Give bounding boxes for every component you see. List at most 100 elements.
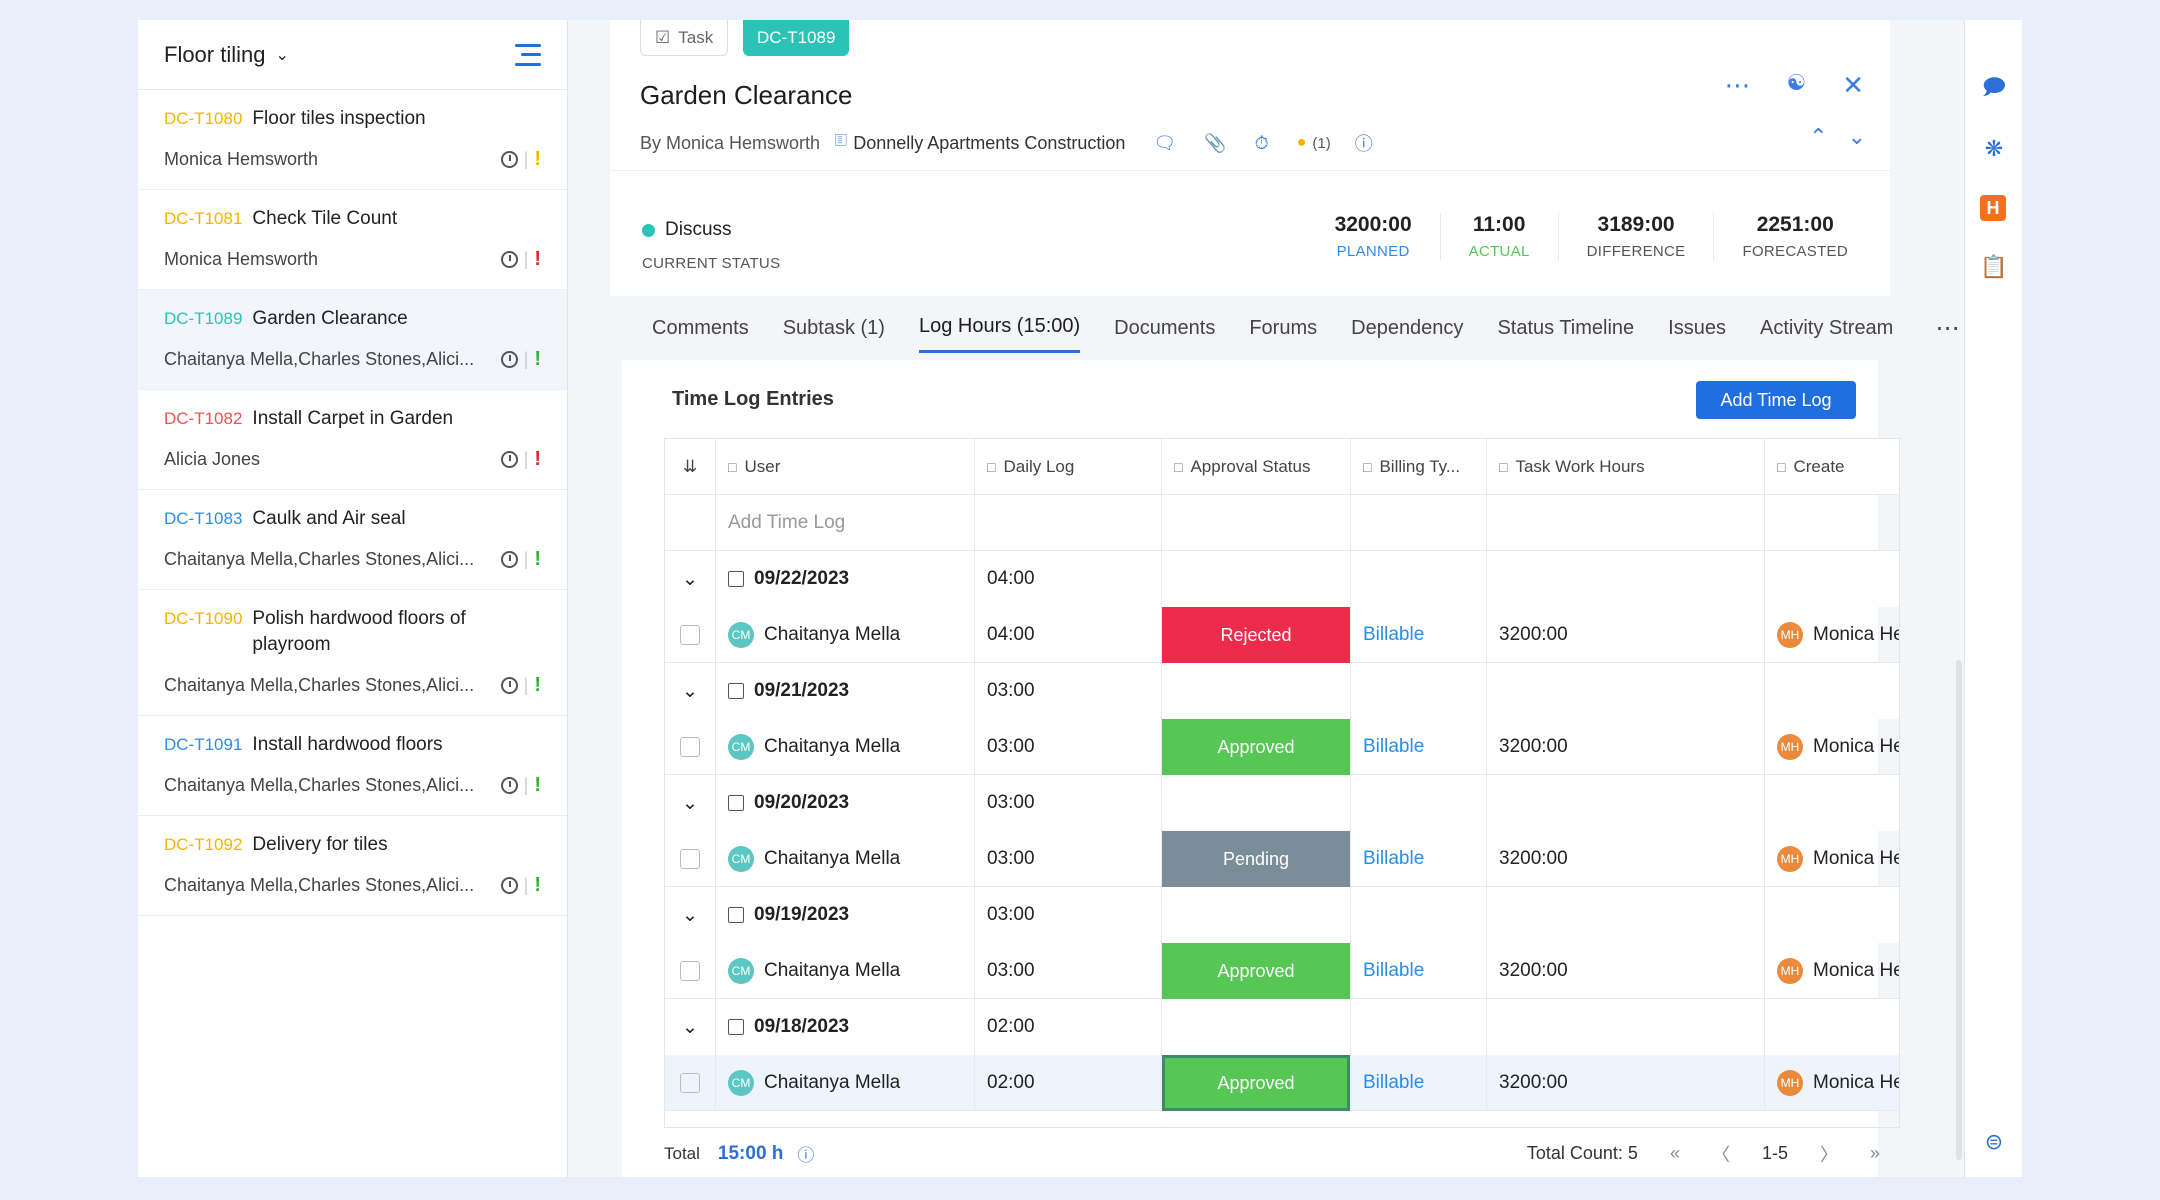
- task-id-chip[interactable]: DC-T1089: [743, 20, 850, 56]
- column-header[interactable]: □ Create: [1765, 439, 1899, 495]
- billing-type[interactable]: Billable: [1351, 831, 1487, 887]
- follow-icon[interactable]: ☯: [1786, 70, 1806, 101]
- feedback-icon[interactable]: ⊜: [1980, 1128, 2008, 1156]
- tab-status-timeline[interactable]: Status Timeline: [1497, 305, 1634, 352]
- reminder-icon[interactable]: ●: [1297, 134, 1307, 152]
- task-list-item[interactable]: DC-T1090 Polish hardwood floors of playro…: [138, 590, 567, 716]
- list-menu-icon[interactable]: [515, 43, 541, 66]
- row-checkbox[interactable]: [665, 719, 716, 775]
- log-hours[interactable]: 04:00: [975, 607, 1162, 663]
- log-hours[interactable]: 03:00: [975, 943, 1162, 999]
- task-list-item[interactable]: DC-T1089 Garden Clearance Chaitanya Mell…: [138, 290, 567, 390]
- row-checkbox[interactable]: [665, 943, 716, 999]
- log-hours[interactable]: 03:00: [975, 719, 1162, 775]
- chat-icon[interactable]: 🗩: [1980, 74, 2008, 103]
- timer-icon[interactable]: ⏱: [1255, 133, 1269, 154]
- billing-type[interactable]: Billable: [1351, 607, 1487, 663]
- scrollbar[interactable]: [1956, 660, 1962, 1160]
- timer-icon[interactable]: [500, 551, 518, 568]
- tab-forums[interactable]: Forums: [1249, 305, 1317, 352]
- integrations-icon[interactable]: ❋: [1980, 135, 2008, 163]
- timer-icon[interactable]: [500, 677, 518, 694]
- prev-page-icon[interactable]: 〈: [1712, 1141, 1730, 1167]
- timer-icon[interactable]: [500, 451, 518, 468]
- tab-issues[interactable]: Issues: [1668, 305, 1726, 352]
- status-badge[interactable]: Rejected: [1162, 607, 1351, 663]
- comment-icon[interactable]: 🗨: [1153, 133, 1176, 154]
- task-item-id: DC-T1092: [164, 835, 243, 854]
- row-checkbox[interactable]: [665, 831, 716, 887]
- task-list-item[interactable]: DC-T1092 Delivery for tiles Chaitanya Me…: [138, 816, 567, 916]
- tab-comments[interactable]: Comments: [652, 305, 749, 352]
- task-list-item[interactable]: DC-T1081 Check Tile Count Monica Hemswor…: [138, 190, 567, 290]
- column-header[interactable]: □ Daily Log: [975, 439, 1162, 495]
- status-badge[interactable]: Approved: [1162, 1055, 1351, 1111]
- add-time-log-row[interactable]: Add Time Log: [665, 495, 1899, 551]
- chevron-down-icon[interactable]: ⌄: [665, 887, 716, 943]
- status-card: Discuss CURRENT STATUS 3200:00 PLANNED 11…: [610, 170, 1890, 296]
- timer-icon[interactable]: [500, 151, 518, 168]
- more-tabs-icon[interactable]: ⋯: [1935, 314, 1959, 343]
- tab-documents[interactable]: Documents: [1114, 305, 1215, 352]
- divider: |: [523, 549, 529, 569]
- task-list-item[interactable]: DC-T1082 Install Carpet in Garden Alicia…: [138, 390, 567, 490]
- chevron-down-icon[interactable]: ⌄: [665, 551, 716, 607]
- first-page-icon[interactable]: «: [1670, 1143, 1680, 1164]
- table-row[interactable]: CM Chaitanya Mella 04:00 Rejected Billabl…: [665, 607, 1899, 663]
- info-icon[interactable]: ⓘ: [797, 1141, 814, 1166]
- chevron-down-icon[interactable]: ⌄: [665, 775, 716, 831]
- tasklist-selector[interactable]: Floor tiling ⌄: [164, 42, 289, 68]
- status-badge[interactable]: Pending: [1162, 831, 1351, 887]
- help-h-icon[interactable]: H: [1980, 195, 2006, 221]
- chevron-down-icon[interactable]: ⌄: [665, 999, 716, 1055]
- task-list-item[interactable]: DC-T1080 Floor tiles inspection Monica H…: [138, 90, 567, 190]
- table-row[interactable]: CM Chaitanya Mella 03:00 Approved Billabl…: [665, 943, 1899, 999]
- collapse-all-icon[interactable]: ⇊: [665, 439, 716, 495]
- log-hours[interactable]: 02:00: [975, 1055, 1162, 1111]
- info-icon[interactable]: ⓘ: [1355, 130, 1373, 156]
- column-header[interactable]: □ Approval Status: [1162, 439, 1351, 495]
- table-row[interactable]: CM Chaitanya Mella 03:00 Pending Billable…: [665, 831, 1899, 887]
- billing-type[interactable]: Billable: [1351, 1055, 1487, 1111]
- group-date: 09/20/2023: [716, 775, 975, 831]
- table-row[interactable]: CM Chaitanya Mella 02:00 Approved Billabl…: [665, 1055, 1899, 1111]
- task-item-name: Caulk and Air seal: [252, 508, 406, 529]
- tab-subtask[interactable]: Subtask (1): [783, 305, 885, 352]
- row-checkbox[interactable]: [665, 1055, 716, 1111]
- column-header[interactable]: □ User: [716, 439, 975, 495]
- column-header[interactable]: □ Task Work Hours: [1487, 439, 1765, 495]
- billing-type[interactable]: Billable: [1351, 943, 1487, 999]
- table-row[interactable]: CM Chaitanya Mella 03:00 Approved Billabl…: [665, 719, 1899, 775]
- attachment-icon[interactable]: 📎: [1204, 133, 1226, 154]
- task-list-item[interactable]: DC-T1091 Install hardwood floors Chaitan…: [138, 716, 567, 816]
- column-header[interactable]: □ Billing Ty...: [1351, 439, 1487, 495]
- tab-log-hours[interactable]: Log Hours (15:00): [918, 303, 1081, 353]
- current-status[interactable]: Discuss: [642, 219, 732, 241]
- task-item-id: DC-T1090: [164, 609, 243, 628]
- add-time-log-input[interactable]: Add Time Log: [716, 495, 975, 551]
- last-page-icon[interactable]: »: [1870, 1143, 1880, 1164]
- add-time-log-button[interactable]: Add Time Log: [1696, 381, 1856, 419]
- page-title[interactable]: Garden Clearance: [640, 80, 852, 111]
- chevron-up-icon[interactable]: ⌃: [1809, 124, 1827, 150]
- row-checkbox[interactable]: [665, 607, 716, 663]
- tab-activity-stream[interactable]: Activity Stream: [1760, 305, 1893, 352]
- notes-icon[interactable]: 📋: [1980, 253, 2008, 281]
- timer-icon[interactable]: [500, 251, 518, 268]
- task-list-item[interactable]: DC-T1083 Caulk and Air seal Chaitanya Me…: [138, 490, 567, 590]
- timer-icon[interactable]: [500, 351, 518, 368]
- status-badge[interactable]: Approved: [1162, 943, 1351, 999]
- chevron-down-icon[interactable]: ⌄: [665, 663, 716, 719]
- billing-type[interactable]: Billable: [1351, 719, 1487, 775]
- next-page-icon[interactable]: 〉: [1820, 1141, 1838, 1167]
- more-options-icon[interactable]: ⋯: [1724, 70, 1750, 101]
- timer-icon[interactable]: [500, 777, 518, 794]
- status-badge[interactable]: Approved: [1162, 719, 1351, 775]
- close-icon[interactable]: ✕: [1842, 70, 1864, 101]
- log-hours[interactable]: 03:00: [975, 831, 1162, 887]
- chevron-down-icon[interactable]: ⌄: [1848, 124, 1866, 150]
- project-link[interactable]: Donnelly Apartments Construction: [853, 133, 1125, 154]
- tab-dependency[interactable]: Dependency: [1351, 305, 1463, 352]
- timer-icon[interactable]: [500, 877, 518, 894]
- stat-value: 3200:00: [1334, 213, 1412, 236]
